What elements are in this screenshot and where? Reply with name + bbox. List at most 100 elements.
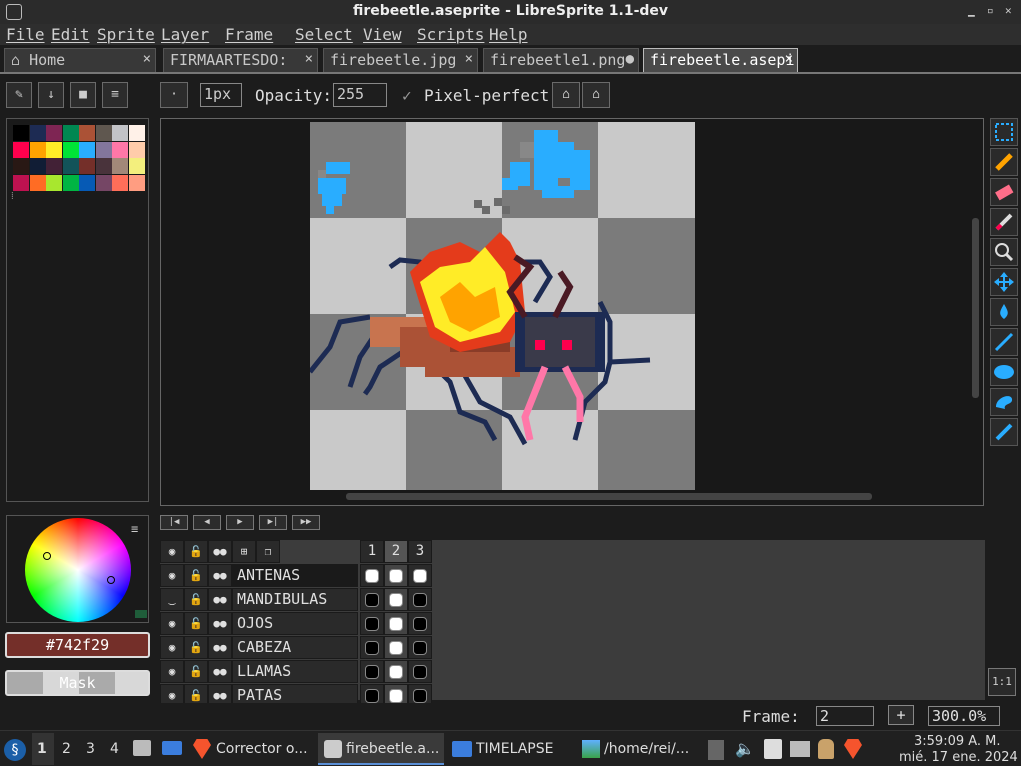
file-manager-icon[interactable] xyxy=(133,740,151,756)
palette-swatch[interactable] xyxy=(13,158,29,174)
layer-continuous-icon[interactable]: ●● xyxy=(208,636,232,659)
close-window-button[interactable]: ✕ xyxy=(1005,4,1012,17)
sprite-canvas[interactable] xyxy=(310,122,695,490)
frame-cel[interactable] xyxy=(360,636,384,659)
start-menu-icon[interactable]: § xyxy=(4,739,26,761)
add-frame-button[interactable]: + xyxy=(888,705,914,725)
menu-view[interactable]: View xyxy=(363,25,402,44)
layer-lock-icon[interactable]: 🔓 xyxy=(184,636,208,659)
task-timelapse[interactable]: TIMELAPSE xyxy=(476,741,572,757)
workspace-4[interactable]: 4 xyxy=(110,741,119,757)
canvas-hscrollbar[interactable] xyxy=(346,493,872,500)
frame-cel[interactable] xyxy=(384,588,408,611)
frame-cel[interactable] xyxy=(384,636,408,659)
last-frame-button[interactable]: ▶▶ xyxy=(292,515,320,530)
palette-swatch[interactable] xyxy=(46,158,62,174)
frame-header[interactable]: 2 xyxy=(384,540,408,563)
lock-icon[interactable]: 🔓 xyxy=(184,540,208,563)
tab-firebeetle1-png[interactable]: firebeetle1.png ● xyxy=(483,48,639,72)
onion-skin-icon[interactable]: ❐ xyxy=(256,540,280,563)
frame-cel[interactable] xyxy=(408,660,432,683)
opacity-field[interactable]: 255 xyxy=(333,83,387,107)
frame-cel[interactable] xyxy=(408,612,432,635)
task-home-rei[interactable]: /home/rei/... xyxy=(604,741,700,757)
palette-swatch[interactable] xyxy=(95,141,112,158)
palette-swatch[interactable] xyxy=(128,141,145,158)
eye-icon[interactable]: ◉ xyxy=(160,540,184,563)
pixel-perfect-checkbox[interactable]: ✓ xyxy=(402,86,412,105)
layer-lock-icon[interactable]: 🔓 xyxy=(184,660,208,683)
close-tab-icon[interactable]: × xyxy=(305,51,313,67)
current-color-button[interactable]: #742f29 xyxy=(5,632,150,658)
minimize-button[interactable]: ▁ xyxy=(968,4,975,17)
palette-swatch[interactable] xyxy=(13,141,29,158)
zoom-tool[interactable] xyxy=(990,238,1018,266)
palette-sort-button[interactable]: ↓ xyxy=(38,82,64,108)
menu-scripts[interactable]: Scripts xyxy=(417,25,484,44)
palette-swatch[interactable] xyxy=(29,125,46,141)
palette-swatch[interactable] xyxy=(46,125,62,141)
layer-lock-icon[interactable]: 🔓 xyxy=(184,564,208,587)
palette-swatch[interactable] xyxy=(62,141,79,158)
task-corrector[interactable]: Corrector o... xyxy=(216,741,316,757)
layer-row[interactable]: OJOS xyxy=(232,612,358,635)
paint-bucket-tool[interactable] xyxy=(990,298,1018,326)
frame-field[interactable]: 2 xyxy=(816,706,874,726)
color-wheel[interactable] xyxy=(25,518,131,622)
canvas-vscrollbar[interactable] xyxy=(972,218,979,398)
palette-swatch[interactable] xyxy=(29,141,46,158)
close-tab-icon[interactable]: × xyxy=(465,51,473,67)
frame-cel[interactable] xyxy=(360,564,384,587)
close-tab-icon[interactable]: × xyxy=(785,51,793,67)
previous-frame-button[interactable]: ◀ xyxy=(193,515,221,530)
palette-swatch[interactable] xyxy=(95,174,112,191)
layer-row[interactable]: LLAMAS xyxy=(232,660,358,683)
palette-swatch[interactable] xyxy=(46,141,62,158)
link-icon[interactable]: ⊞ xyxy=(232,540,256,563)
layer-row[interactable]: MANDIBULAS xyxy=(232,588,358,611)
brave-tray-icon[interactable] xyxy=(844,739,862,759)
ellipse-tool[interactable] xyxy=(990,358,1018,386)
palette-swatch[interactable] xyxy=(112,174,128,191)
menu-select[interactable]: Select xyxy=(295,25,353,44)
zoom-field[interactable]: 300.0% xyxy=(928,706,1000,726)
workspace-3[interactable]: 3 xyxy=(86,741,95,757)
layer-visible-eye-icon[interactable]: ◉ xyxy=(160,564,184,587)
continuous-icon[interactable]: ●● xyxy=(208,540,232,563)
layer-hidden-eye-icon[interactable]: ‿ xyxy=(160,588,184,611)
palette-swatch[interactable] xyxy=(95,158,112,174)
frame-cel[interactable] xyxy=(408,564,432,587)
menu-frame[interactable]: Frame xyxy=(225,25,273,44)
palette-swatch[interactable] xyxy=(128,158,145,174)
frame-cel[interactable] xyxy=(384,612,408,635)
layer-row[interactable]: CABEZA xyxy=(232,636,358,659)
pencil-tool[interactable] xyxy=(990,148,1018,176)
palette-swatch[interactable] xyxy=(13,125,29,141)
layer-row[interactable]: ANTENAS xyxy=(232,564,358,587)
tab-home[interactable]: ⌂ Home × xyxy=(4,48,156,72)
frame-cel[interactable] xyxy=(384,660,408,683)
palette-swatch[interactable] xyxy=(79,174,95,191)
palette-swatch[interactable] xyxy=(29,174,46,191)
line-tool[interactable] xyxy=(990,328,1018,356)
symmetry-vertical-button[interactable]: ⌂ xyxy=(552,82,580,108)
palette-resize-handle[interactable]: ⁞ xyxy=(11,191,14,202)
tab-firebeetle-jpg[interactable]: firebeetle.jpg × xyxy=(323,48,478,72)
task-firebeetle[interactable]: firebeetle.a... xyxy=(346,741,442,757)
menu-file[interactable]: File xyxy=(6,25,45,44)
tab-firebeetle-aseprite[interactable]: firebeetle.asepi × xyxy=(643,48,798,72)
contour-tool[interactable] xyxy=(990,388,1018,416)
menu-layer[interactable]: Layer xyxy=(161,25,209,44)
palette-swatch[interactable] xyxy=(62,174,79,191)
palette-swatch[interactable] xyxy=(95,125,112,141)
menu-help[interactable]: Help xyxy=(489,25,528,44)
layer-continuous-icon[interactable]: ●● xyxy=(208,588,232,611)
next-frame-button[interactable]: ▶| xyxy=(259,515,287,530)
move-tool[interactable] xyxy=(990,268,1018,296)
one-to-one-button[interactable]: 1:1 xyxy=(988,668,1016,696)
palette-swatch[interactable] xyxy=(62,125,79,141)
palette-swatch[interactable] xyxy=(128,174,145,191)
blur-tool[interactable] xyxy=(990,418,1018,446)
frame-cel[interactable] xyxy=(360,612,384,635)
layer-visible-eye-icon[interactable]: ◉ xyxy=(160,612,184,635)
